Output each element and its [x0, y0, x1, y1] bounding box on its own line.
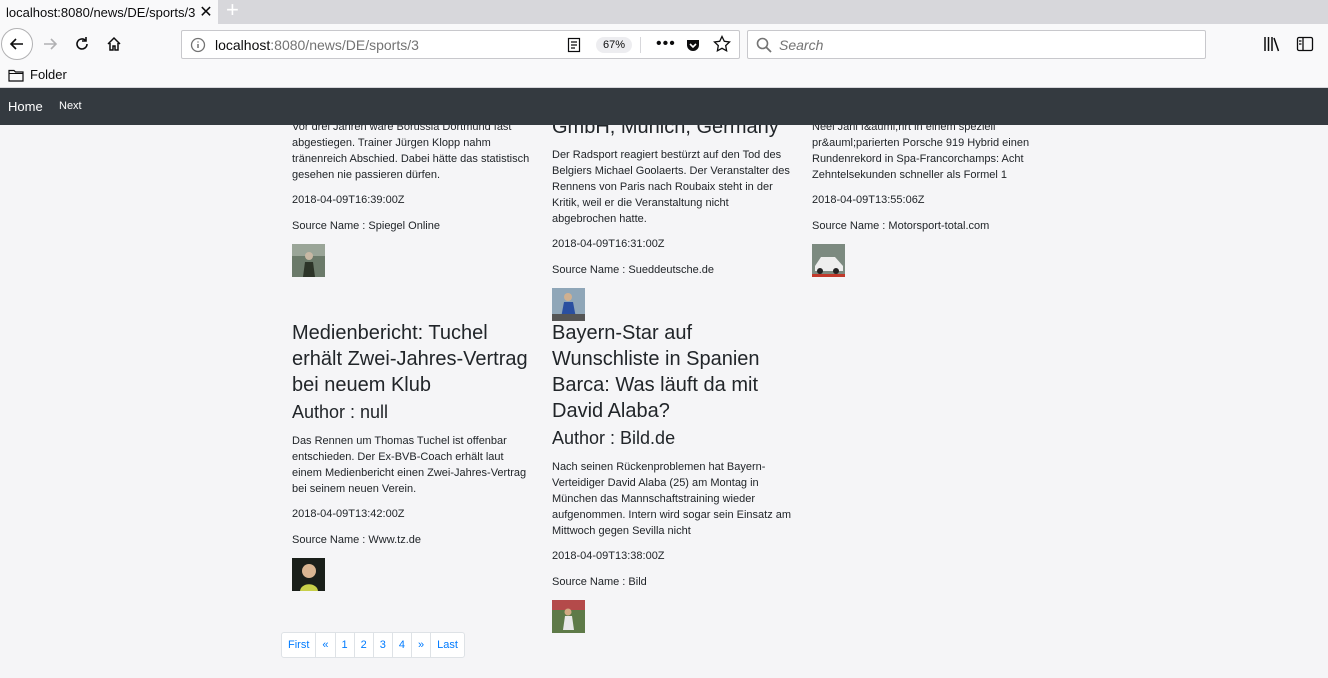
article-thumbnail[interactable] [552, 288, 585, 321]
page-actions-icon[interactable]: ••• [656, 35, 676, 53]
news-card: GmbH, Munich, Germany Der Radsport reagi… [552, 114, 792, 321]
library-icon[interactable] [1263, 36, 1281, 52]
search-icon [756, 37, 772, 53]
card-source: Source Name : Bild [552, 576, 647, 588]
back-arrow-icon [9, 38, 23, 50]
card-date: 2018-04-09T16:31:00Z [552, 238, 665, 250]
pagination-page-1[interactable]: 1 [334, 633, 354, 657]
card-description: Das Rennen um Thomas Tuchel ist offenbar… [292, 435, 527, 495]
tab-bar: localhost:8080/news/DE/sports/3 ✕ + [0, 0, 1328, 24]
pagination-prev[interactable]: « [315, 633, 334, 657]
pagination-first[interactable]: First [282, 633, 315, 657]
url-text[interactable]: localhost:8080/news/DE/sports/3 [215, 37, 419, 53]
article-thumbnail[interactable] [812, 244, 845, 277]
pagination-last[interactable]: Last [430, 633, 464, 657]
url-path: :8080/news/DE/sports/3 [270, 37, 419, 53]
sidebar-icon[interactable] [1296, 36, 1314, 52]
bookmark-folder[interactable]: Folder [8, 67, 67, 82]
card-source: Source Name : Sueddeutsche.de [552, 264, 715, 276]
bookmark-star-icon[interactable] [713, 35, 731, 53]
card-source: Source Name : Www.tz.de [292, 534, 421, 546]
search-placeholder: Search [779, 37, 824, 53]
bookmarks-toolbar: Folder [0, 64, 1328, 88]
news-card: Neel Jani f&auml;hrt in einem speziell p… [812, 119, 1052, 277]
nav-next-link[interactable]: Next [59, 100, 82, 112]
news-card: Medienbericht: Tuchel erhält Zwei-Jahres… [292, 320, 532, 591]
article-thumbnail[interactable] [292, 558, 325, 591]
url-separator [640, 37, 641, 53]
site-navbar: Home Next [0, 88, 1328, 125]
reader-view-icon[interactable] [566, 37, 582, 53]
card-date: 2018-04-09T16:39:00Z [292, 194, 405, 206]
reload-icon [76, 37, 88, 50]
reload-button[interactable] [66, 28, 98, 60]
navigation-toolbar: localhost:8080/news/DE/sports/3 67% ••• … [0, 24, 1328, 64]
back-button[interactable] [1, 28, 33, 60]
article-thumbnail[interactable] [292, 244, 325, 277]
card-description: Der Radsport reagiert bestürzt auf den T… [552, 149, 790, 225]
news-grid: Vor drei Jahren wäre Borussia Dortmund f… [0, 88, 1328, 678]
card-title[interactable]: Medienbericht: Tuchel erhält Zwei-Jahres… [292, 320, 532, 398]
zoom-level-badge[interactable]: 67% [596, 37, 633, 53]
pagination-next[interactable]: » [411, 633, 430, 657]
browser-tab[interactable]: localhost:8080/news/DE/sports/3 ✕ [0, 0, 218, 24]
card-author: Author : Bild.de [552, 428, 676, 448]
card-source: Source Name : Spiegel Online [292, 220, 440, 232]
tab-title: localhost:8080/news/DE/sports/3 [6, 4, 196, 20]
nav-home-link[interactable]: Home [8, 99, 43, 114]
card-date: 2018-04-09T13:42:00Z [292, 508, 405, 520]
pagination-page-4[interactable]: 4 [391, 633, 411, 657]
close-tab-icon[interactable]: ✕ [196, 2, 216, 22]
page-viewport: Home Next Vor drei Jahren wäre Borussia … [0, 88, 1328, 678]
forward-button[interactable] [34, 28, 66, 60]
card-description: Vor drei Jahren wäre Borussia Dortmund f… [292, 121, 530, 181]
home-icon [107, 36, 121, 51]
card-date: 2018-04-09T13:55:06Z [812, 194, 925, 206]
pocket-icon[interactable] [685, 37, 701, 53]
forward-arrow-icon [44, 38, 58, 50]
pagination-page-3[interactable]: 3 [372, 633, 392, 657]
card-author: Author : null [292, 402, 389, 422]
news-card: Vor drei Jahren wäre Borussia Dortmund f… [292, 119, 532, 277]
bookmark-folder-label: Folder [30, 67, 67, 82]
card-description: Nach seinen Rückenproblemen hat Bayern-V… [552, 461, 792, 537]
info-icon[interactable] [190, 37, 206, 53]
new-tab-icon[interactable]: + [226, 0, 239, 23]
article-thumbnail[interactable] [552, 600, 585, 633]
card-source: Source Name : Motorsport-total.com [812, 220, 990, 232]
card-title[interactable]: Bayern-Star auf Wunschliste in Spanien B… [552, 320, 792, 424]
folder-icon [8, 69, 24, 82]
url-host: localhost [215, 37, 271, 53]
url-bar[interactable]: localhost:8080/news/DE/sports/3 67% ••• [181, 30, 740, 59]
pagination-page-2[interactable]: 2 [353, 633, 373, 657]
search-bar[interactable]: Search [747, 30, 1206, 59]
home-button[interactable] [98, 28, 130, 60]
card-description: Neel Jani f&auml;hrt in einem speziell p… [812, 121, 1030, 181]
pagination: First « 1 2 3 4 » Last [281, 632, 465, 658]
card-date: 2018-04-09T13:38:00Z [552, 550, 665, 562]
news-card: Bayern-Star auf Wunschliste in Spanien B… [552, 320, 792, 633]
